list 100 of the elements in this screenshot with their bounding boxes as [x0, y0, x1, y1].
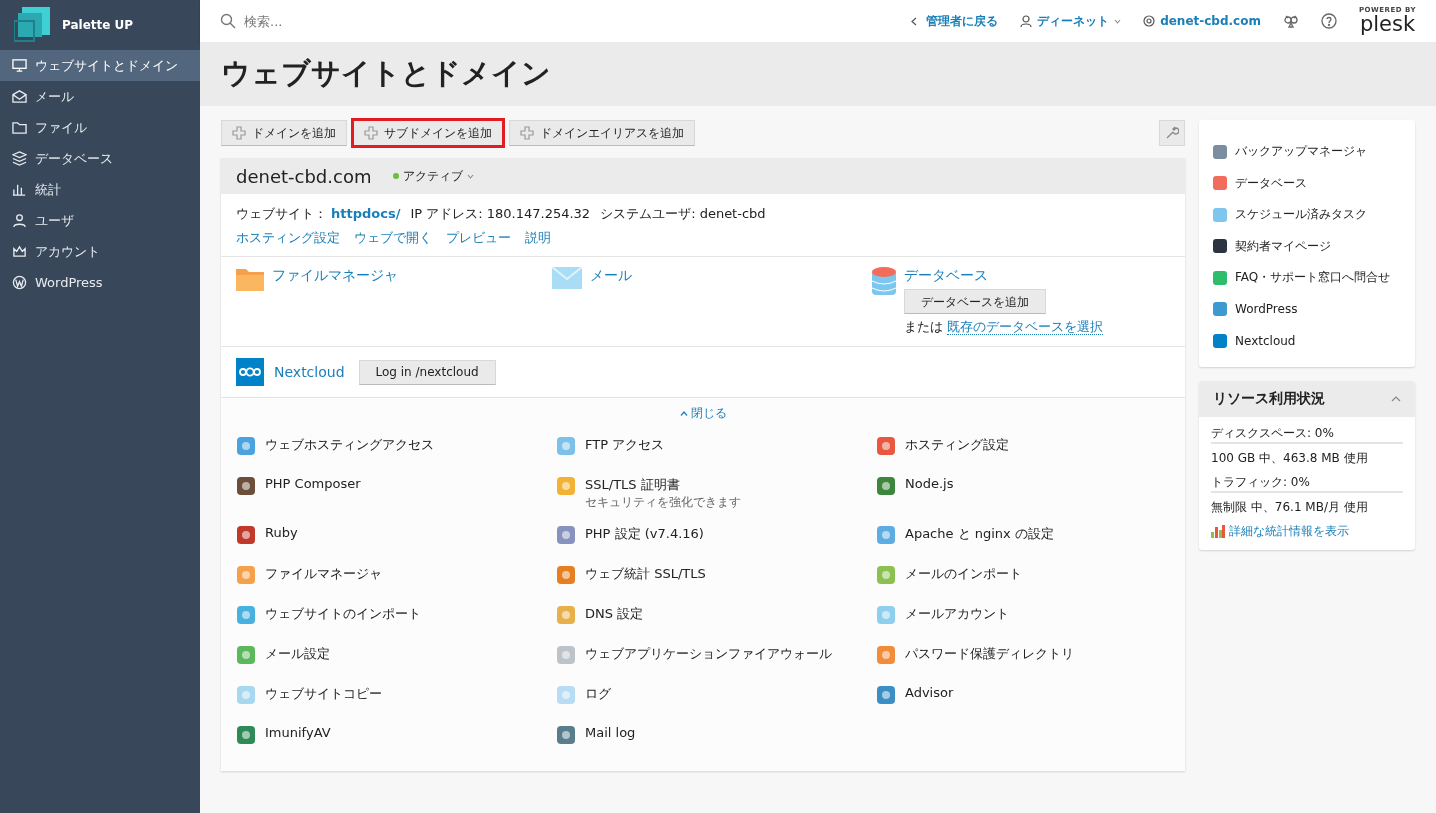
website-link[interactable]: httpdocs/: [331, 202, 401, 226]
stats-link[interactable]: 詳細な統計情報を表示: [1229, 522, 1349, 540]
nextcloud-link[interactable]: Nextcloud: [274, 364, 345, 380]
stack-icon: [12, 151, 27, 166]
sidebar-item[interactable]: データベース: [0, 143, 200, 174]
quick-link[interactable]: データベース: [1235, 174, 1307, 192]
page-title: ウェブサイトとドメイン: [221, 55, 551, 92]
tool-link[interactable]: ウェブサイトコピー: [265, 685, 382, 703]
domain-link[interactable]: プレビュー: [446, 226, 511, 250]
tile-icon: [556, 525, 576, 545]
folder-icon: [236, 267, 264, 291]
tool-link[interactable]: Node.js: [905, 476, 954, 491]
back-link[interactable]: 管理者に戻る: [910, 12, 999, 30]
tile-icon: [1213, 239, 1227, 254]
tool-link[interactable]: ホスティング設定: [905, 436, 1009, 454]
tile-icon: [556, 645, 576, 665]
tool-link[interactable]: SSL/TLS 証明書: [585, 476, 741, 494]
tool-link[interactable]: メール設定: [265, 645, 330, 663]
sidebar-item[interactable]: ファイル: [0, 112, 200, 143]
add-button[interactable]: ドメインを追加: [221, 120, 347, 146]
tile-icon: [876, 436, 896, 456]
tool-link[interactable]: FTP アクセス: [585, 436, 665, 454]
tool-link[interactable]: ウェブサイトのインポート: [265, 605, 421, 623]
wrench-icon: [1165, 126, 1179, 140]
quick-link[interactable]: Nextcloud: [1235, 333, 1296, 348]
domain-link[interactable]: 説明: [525, 226, 551, 250]
quick-link[interactable]: バックアップマネージャ: [1235, 143, 1367, 161]
tool-link[interactable]: ウェブアプリケーションファイアウォール: [585, 645, 832, 663]
domain-link[interactable]: ホスティング設定: [236, 226, 340, 250]
panel-title: リソース利用状況: [1213, 389, 1325, 408]
quick-link[interactable]: スケジュール済みタスク: [1235, 206, 1367, 224]
sidebar-item[interactable]: アカウント: [0, 236, 200, 267]
status-menu[interactable]: アクティブ: [393, 167, 475, 185]
owl-icon[interactable]: [1282, 13, 1299, 29]
tile-icon: [556, 605, 576, 625]
domain-name: denet-cbd.com: [236, 165, 372, 187]
quick-link[interactable]: WordPress: [1235, 302, 1298, 317]
add-database-button[interactable]: データベースを追加: [904, 289, 1046, 314]
tool-link[interactable]: Ruby: [265, 525, 298, 540]
website-label: ウェブサイト：: [236, 205, 327, 223]
login-button[interactable]: Log in /nextcloud: [358, 359, 496, 385]
tile-icon: [1213, 270, 1227, 285]
add-button[interactable]: サブドメインを追加: [353, 120, 503, 146]
tile-icon: [556, 476, 576, 496]
help-icon[interactable]: [1320, 13, 1337, 29]
service-link[interactable]: データベース: [904, 267, 988, 285]
tool-link[interactable]: PHP 設定 (v7.4.16): [585, 525, 704, 543]
tile-icon: [876, 565, 896, 585]
usage-detail: 100 GB 中、463.8 MB 使用: [1211, 449, 1369, 466]
tile-icon: [236, 645, 256, 665]
chevron-down-icon: [1114, 18, 1122, 24]
tile-icon: [876, 645, 896, 665]
sidebar-item[interactable]: ウェブサイトとドメイン: [0, 50, 200, 81]
tile-icon: [236, 685, 256, 705]
tile-icon: [236, 565, 256, 585]
tile-icon: [876, 685, 896, 705]
tool-link[interactable]: Advisor: [905, 685, 954, 700]
chevron-left-icon: [910, 16, 917, 26]
tile-icon: [1213, 207, 1227, 222]
tile-icon: [556, 565, 576, 585]
select-database-link[interactable]: 既存のデータベースを選択: [947, 319, 1104, 335]
quick-link[interactable]: 契約者マイページ: [1235, 237, 1331, 255]
tool-link[interactable]: ログ: [585, 685, 611, 703]
sidebar-item[interactable]: 統計: [0, 174, 200, 205]
collapse-link[interactable]: 閉じる: [679, 405, 727, 422]
tool-link[interactable]: メールアカウント: [905, 605, 1009, 623]
domain-link[interactable]: denet-cbd.com: [1143, 14, 1261, 28]
tile-icon: [876, 476, 896, 496]
bar-chart-icon: [1211, 524, 1225, 538]
service-link[interactable]: メール: [590, 267, 632, 285]
wrench-button[interactable]: [1159, 120, 1185, 146]
domain-link[interactable]: ウェブで開く: [354, 226, 432, 250]
tool-link[interactable]: Apache と nginx の設定: [905, 525, 1054, 543]
sidebar-item[interactable]: ユーザ: [0, 205, 200, 236]
tool-link[interactable]: メールのインポート: [905, 565, 1022, 583]
tool-link[interactable]: パスワード保護ディレクトリ: [905, 645, 1074, 663]
quick-link[interactable]: FAQ・サポート窓口へ問合せ: [1235, 269, 1391, 287]
tool-link[interactable]: ウェブ統計 SSL/TLS: [585, 565, 706, 583]
tile-icon: [236, 436, 256, 456]
tile-icon: [1213, 302, 1227, 317]
tile-icon: [1213, 176, 1227, 191]
tile-icon: [236, 725, 256, 745]
sidebar-item[interactable]: メール: [0, 81, 200, 112]
database-icon: [872, 267, 896, 297]
tool-link[interactable]: ImunifyAV: [265, 725, 331, 740]
tool-link[interactable]: Mail log: [585, 725, 636, 740]
add-button[interactable]: ドメインエイリアスを追加: [509, 120, 695, 146]
envelope-icon: [12, 89, 27, 104]
chevron-down-icon: [467, 173, 475, 179]
user-menu[interactable]: ディーネット: [1020, 12, 1122, 30]
service-link[interactable]: ファイルマネージャ: [272, 267, 398, 285]
tool-link[interactable]: ファイルマネージャ: [265, 565, 382, 583]
system-user: システムユーザ: denet-cbd: [600, 205, 766, 223]
chevron-up-icon[interactable]: [1391, 395, 1401, 402]
tile-icon: [236, 605, 256, 625]
tool-link[interactable]: DNS 設定: [585, 605, 644, 623]
ip-address: IP アドレス: 180.147.254.32: [410, 205, 591, 223]
tool-link[interactable]: PHP Composer: [265, 476, 361, 491]
sidebar-item[interactable]: WordPress: [0, 267, 200, 298]
tool-link[interactable]: ウェブホスティングアクセス: [265, 436, 434, 454]
